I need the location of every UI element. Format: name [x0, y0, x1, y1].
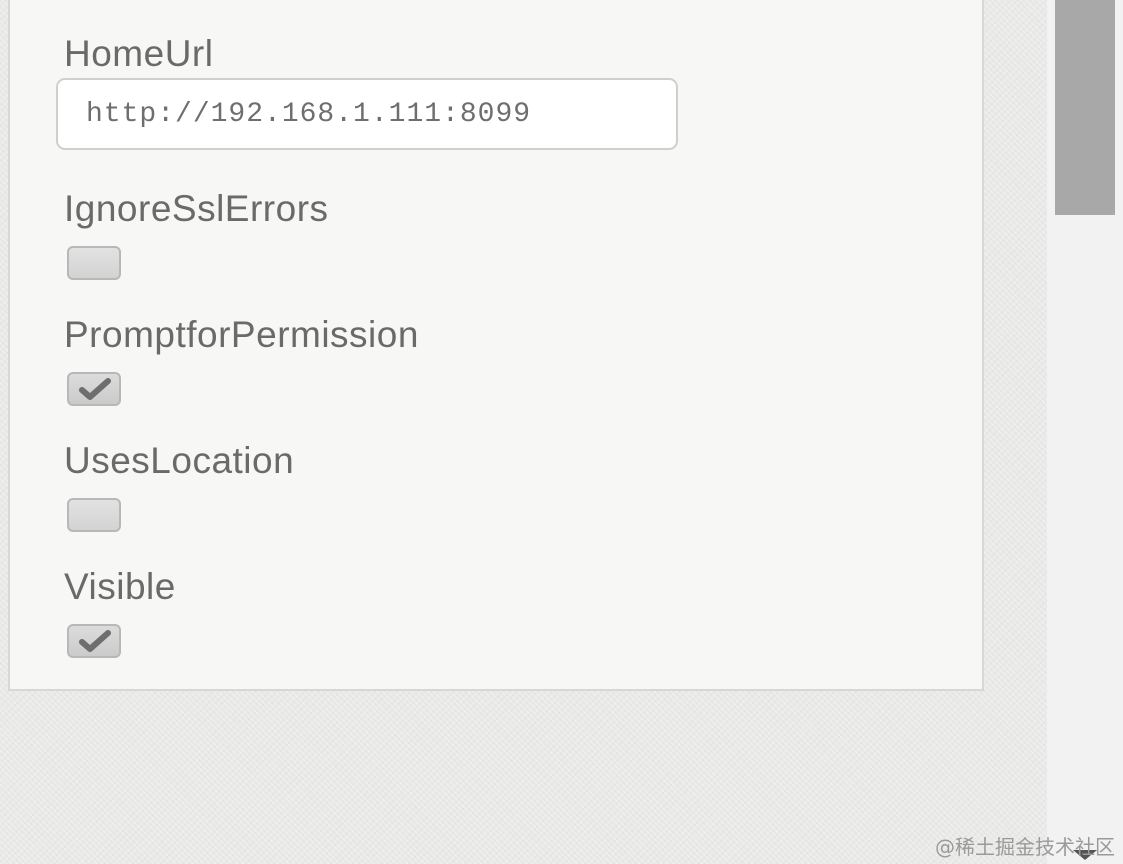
promptforpermission-checkbox[interactable] [67, 372, 121, 406]
ignoresslerrors-label: IgnoreSslErrors [64, 188, 329, 229]
vertical-scrollbar[interactable] [1047, 0, 1123, 864]
ignoresslerrors-checkbox[interactable] [67, 246, 121, 280]
homeurl-label: HomeUrl [64, 33, 214, 74]
checkmark-icon [79, 378, 111, 400]
promptforpermission-label: PromptforPermission [64, 314, 419, 355]
useslocation-checkbox[interactable] [67, 498, 121, 532]
visible-label: Visible [64, 566, 176, 607]
properties-panel: HomeUrl IgnoreSslErrors PromptforPermiss… [8, 0, 984, 691]
checkmark-icon [79, 630, 111, 652]
visible-checkbox[interactable] [67, 624, 121, 658]
useslocation-label: UsesLocation [64, 440, 295, 481]
scrollbar-thumb[interactable] [1055, 0, 1115, 215]
homeurl-input[interactable] [56, 78, 678, 150]
watermark-text: @稀土掘金技术社区 [935, 835, 1115, 859]
